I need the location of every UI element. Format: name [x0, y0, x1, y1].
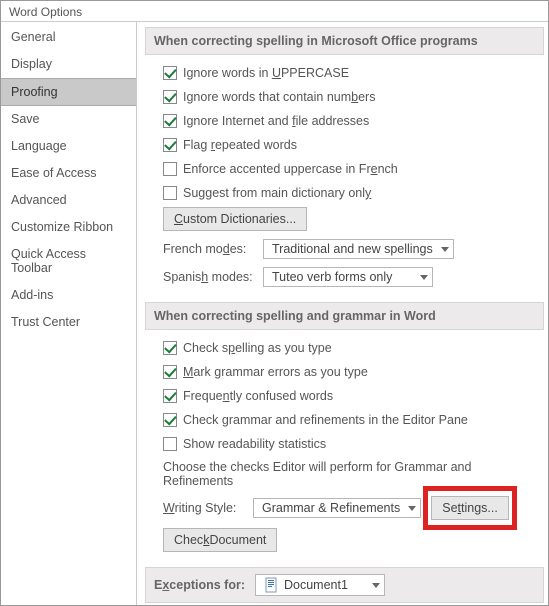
section-word-spelling-header: When correcting spelling and grammar in …: [145, 302, 544, 330]
combo-writing-style[interactable]: Grammar & Refinements: [253, 498, 421, 518]
checkbox-main-dict-only[interactable]: [163, 186, 177, 200]
document-icon: [264, 577, 280, 593]
checkbox-ignore-uppercase[interactable]: [163, 66, 177, 80]
opt-ignore-uppercase: Ignore words in UPPERCASE: [163, 63, 538, 83]
settings-button[interactable]: Settings...: [431, 496, 509, 520]
row-spanish-modes: Spanish modes: Tuteo verb forms only: [163, 267, 538, 287]
row-custom-dictionaries: Custom Dictionaries...: [163, 207, 538, 231]
chevron-down-icon: [408, 506, 416, 511]
chevron-down-icon: [372, 583, 380, 588]
word-options-window: Word Options General Display Proofing Sa…: [0, 0, 549, 606]
checkbox-check-spelling[interactable]: [163, 341, 177, 355]
label-main-dict-only: Suggest from main dictionary only: [183, 186, 371, 200]
nav-language[interactable]: Language: [1, 133, 136, 160]
checkbox-confused-words[interactable]: [163, 389, 177, 403]
opt-ignore-internet: Ignore Internet and file addresses: [163, 111, 538, 131]
opt-check-spelling: Check spelling as you type: [163, 338, 538, 358]
label-french-modes: French modes:: [163, 242, 253, 256]
checkbox-ignore-numbers[interactable]: [163, 90, 177, 104]
section-autocorrect-header: When correcting spelling in Microsoft Of…: [145, 27, 544, 55]
nav-trust-center[interactable]: Trust Center: [1, 309, 136, 336]
nav-display[interactable]: Display: [1, 51, 136, 78]
nav-save[interactable]: Save: [1, 106, 136, 133]
nav-customize-ribbon[interactable]: Customize Ribbon: [1, 214, 136, 241]
combo-spanish-modes-value: Tuteo verb forms only: [272, 270, 392, 284]
checkbox-ignore-internet[interactable]: [163, 114, 177, 128]
group-office-spelling: Ignore words in UPPERCASE Ignore words t…: [145, 63, 544, 297]
section-exceptions-header: Exceptions for: Document1: [145, 567, 544, 603]
sidebar: General Display Proofing Save Language E…: [1, 22, 137, 605]
combo-exceptions-value: Document1: [284, 578, 348, 592]
nav-proofing[interactable]: Proofing: [1, 78, 136, 106]
chevron-down-icon: [441, 247, 449, 252]
combo-spanish-modes[interactable]: Tuteo verb forms only: [263, 267, 433, 287]
label-writing-style: Writing Style:: [163, 501, 243, 515]
checkbox-grammar-editor-pane[interactable]: [163, 413, 177, 427]
label-mark-grammar: Mark grammar errors as you type: [183, 365, 368, 379]
nav-general[interactable]: General: [1, 24, 136, 51]
chevron-down-icon: [420, 275, 428, 280]
checkbox-accented-french[interactable]: [163, 162, 177, 176]
combo-writing-style-value: Grammar & Refinements: [262, 501, 400, 515]
opt-main-dict-only: Suggest from main dictionary only: [163, 183, 538, 203]
label-grammar-editor-pane: Check grammar and refinements in the Edi…: [183, 413, 468, 427]
label-ignore-numbers: Ignore words that contain numbers: [183, 90, 375, 104]
label-accented-french: Enforce accented uppercase in French: [183, 162, 398, 176]
nav-ease-of-access[interactable]: Ease of Access: [1, 160, 136, 187]
opt-ignore-numbers: Ignore words that contain numbers: [163, 87, 538, 107]
combo-french-modes-value: Traditional and new spellings: [272, 242, 433, 256]
label-exceptions-for: Exceptions for:: [154, 578, 245, 592]
label-readability: Show readability statistics: [183, 437, 326, 451]
opt-flag-repeated: Flag repeated words: [163, 135, 538, 155]
nav-advanced[interactable]: Advanced: [1, 187, 136, 214]
check-document-button[interactable]: Check Document: [163, 528, 277, 552]
checkbox-flag-repeated[interactable]: [163, 138, 177, 152]
opt-confused-words: Frequently confused words: [163, 386, 538, 406]
label-choose-checks: Choose the checks Editor will perform fo…: [163, 460, 538, 488]
window-title: Word Options: [1, 1, 548, 22]
nav-quick-access-toolbar[interactable]: Quick Access Toolbar: [1, 241, 136, 282]
opt-mark-grammar: Mark grammar errors as you type: [163, 362, 538, 382]
row-check-document: Check Document: [163, 528, 538, 552]
custom-dictionaries-button[interactable]: Custom Dictionaries...: [163, 207, 307, 231]
label-check-spelling: Check spelling as you type: [183, 341, 332, 355]
row-french-modes: French modes: Traditional and new spelli…: [163, 239, 538, 259]
body: General Display Proofing Save Language E…: [1, 22, 548, 605]
label-flag-repeated: Flag repeated words: [183, 138, 297, 152]
opt-grammar-editor-pane: Check grammar and refinements in the Edi…: [163, 410, 538, 430]
label-ignore-internet: Ignore Internet and file addresses: [183, 114, 369, 128]
label-spanish-modes: Spanish modes:: [163, 270, 253, 284]
opt-readability: Show readability statistics: [163, 434, 538, 454]
label-ignore-uppercase: Ignore words in UPPERCASE: [183, 66, 349, 80]
content-pane: When correcting spelling in Microsoft Of…: [137, 22, 548, 605]
opt-accented-french: Enforce accented uppercase in French: [163, 159, 538, 179]
group-word-spelling: Check spelling as you type Mark grammar …: [145, 338, 544, 562]
row-writing-style: Writing Style: Grammar & Refinements Set…: [163, 496, 538, 520]
combo-exceptions-for[interactable]: Document1: [255, 574, 385, 596]
checkbox-readability[interactable]: [163, 437, 177, 451]
nav-add-ins[interactable]: Add-ins: [1, 282, 136, 309]
combo-french-modes[interactable]: Traditional and new spellings: [263, 239, 454, 259]
checkbox-mark-grammar[interactable]: [163, 365, 177, 379]
label-confused-words: Frequently confused words: [183, 389, 333, 403]
